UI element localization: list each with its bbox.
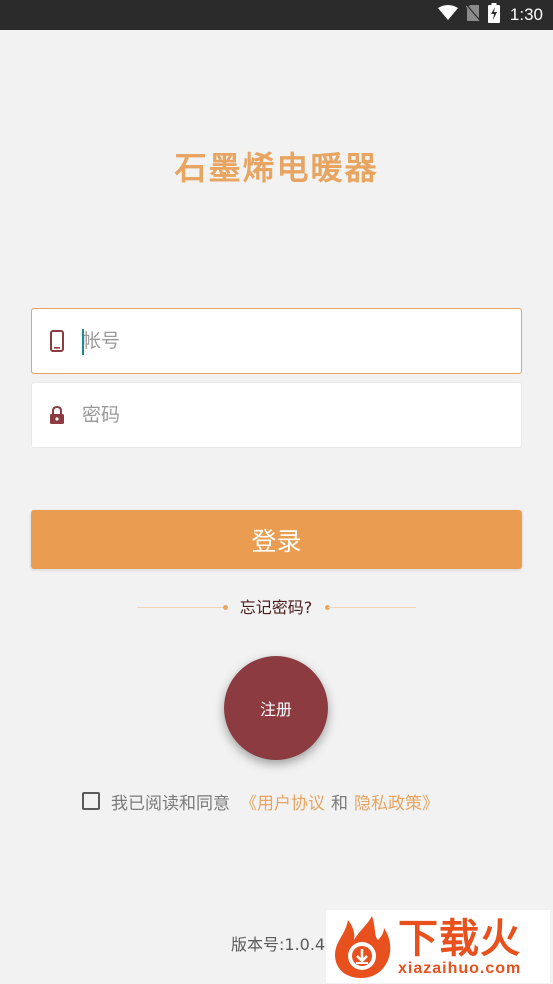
flame-logo-icon — [328, 914, 394, 980]
phone-icon — [32, 330, 82, 352]
status-bar: 1:30 — [0, 0, 553, 30]
user-agreement-link[interactable]: 《用户协议 — [240, 789, 325, 814]
battery-charging-icon — [487, 3, 500, 27]
watermark-text: 下载火 xiazaihuo.com — [398, 917, 521, 977]
agree-checkbox[interactable] — [82, 792, 100, 810]
watermark-url: xiazaihuo.com — [398, 959, 522, 977]
text-cursor — [82, 329, 84, 355]
password-field[interactable] — [31, 382, 522, 448]
status-time: 1:30 — [509, 5, 543, 24]
forgot-password-link[interactable]: 忘记密码? — [232, 596, 320, 620]
divider-line — [328, 607, 416, 608]
forgot-password-row: 忘记密码? — [0, 596, 553, 620]
register-button[interactable]: 注册 — [224, 656, 328, 760]
account-field[interactable] — [31, 308, 522, 374]
account-input[interactable] — [82, 321, 502, 361]
no-sim-icon — [465, 4, 481, 26]
agreement-prefix: 我已阅读和同意 — [111, 793, 230, 814]
login-button[interactable]: 登录 — [31, 510, 522, 569]
divider-line — [137, 607, 225, 608]
agreement-row: 我已阅读和同意 《用户协议 和 隐私政策》 — [82, 788, 439, 814]
privacy-policy-link[interactable]: 隐私政策》 — [354, 789, 439, 814]
lock-icon — [32, 405, 82, 425]
divider-dot — [223, 605, 228, 610]
watermark: 下载火 xiazaihuo.com — [326, 910, 550, 983]
status-icons: 1:30 — [437, 0, 543, 30]
agreement-conjunction: 和 — [331, 793, 348, 814]
watermark-title: 下载火 — [398, 915, 521, 962]
app-title: 石墨烯电暖器 — [174, 149, 379, 187]
wifi-icon — [437, 5, 458, 25]
password-input[interactable] — [82, 395, 502, 435]
version-label: 版本号:1.0.4 — [231, 935, 326, 954]
